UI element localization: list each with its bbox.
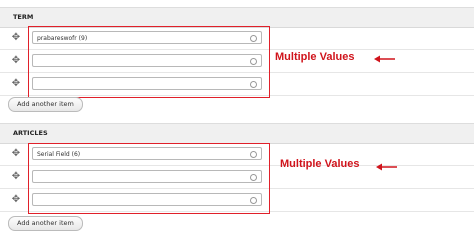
multiple-values-annotation: Multiple Values xyxy=(280,158,360,170)
highlight-box xyxy=(28,143,270,214)
arrow-left-icon xyxy=(376,163,397,171)
add-another-item-button[interactable]: Add another item xyxy=(8,97,83,112)
highlight-box xyxy=(28,26,270,98)
term-header: TERM xyxy=(0,7,474,28)
drag-handle-icon[interactable]: ✥ xyxy=(11,79,21,89)
drag-handle-icon[interactable]: ✥ xyxy=(11,172,21,182)
add-another-item-button[interactable]: Add another item xyxy=(8,216,83,231)
drag-handle-icon[interactable]: ✥ xyxy=(11,195,21,205)
multiple-values-annotation: Multiple Values xyxy=(275,51,355,63)
drag-handle-icon[interactable]: ✥ xyxy=(11,149,21,159)
arrow-left-icon xyxy=(374,55,395,63)
drag-handle-icon[interactable]: ✥ xyxy=(11,56,21,66)
drag-handle-icon[interactable]: ✥ xyxy=(11,33,21,43)
articles-header: ARTICLES xyxy=(0,123,474,144)
articles-field-section: ARTICLES ✥ Serial Field (6) ✥ ✥ Multiple… xyxy=(0,123,474,231)
term-field-section: TERM ✥ prabareswofr (9) ✥ ✥ Multiple Val… xyxy=(0,0,474,112)
